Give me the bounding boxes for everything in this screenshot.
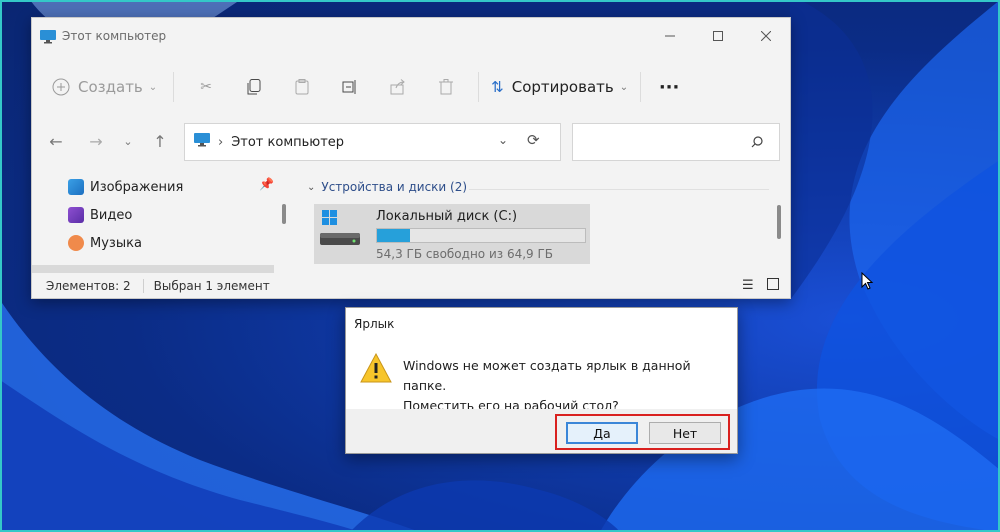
arrow-up-icon: ↑ [153,131,167,151]
drive-free-space: 54,3 ГБ свободно из 64,9 ГБ [376,247,554,261]
drive-name: Локальный диск (C:) [376,209,518,224]
plus-circle-icon [52,78,70,96]
sort-arrows-icon: ⇅ [491,78,504,96]
more-icon: ··· [658,76,680,98]
create-button[interactable]: Создать ⌄ [52,70,157,104]
share-icon [390,79,405,95]
windows-logo-icon [322,210,338,230]
yes-button[interactable]: Да [566,422,638,444]
chevron-down-icon: ⌄ [123,134,133,148]
content-scrollbar-thumb[interactable] [777,205,781,239]
toolbar-divider [173,72,175,102]
refresh-icon[interactable]: ⟳ [527,131,540,149]
warning-icon [360,352,392,387]
status-divider [142,278,144,293]
nav-item-music[interactable]: Музыка [68,231,142,255]
up-button[interactable]: ↑ [146,121,174,161]
group-header-label: Устройства и диски (2) [321,180,468,194]
mouse-cursor-icon [861,272,874,290]
recent-button[interactable]: ⌄ [114,121,142,161]
details-view-icon[interactable]: ☰ [742,278,754,293]
search-input[interactable] [572,123,780,161]
sort-button[interactable]: ⇅ Сортировать ⌄ [491,70,628,104]
file-explorer-window: Этот компьютер Создать ⌄ ✂ ⇅ Сортировать… [31,17,791,299]
delete-button[interactable] [422,70,470,104]
drive-usage-bar [376,228,586,243]
computer-icon [194,133,210,151]
nav-item-label: Изображения [90,179,184,195]
pin-icon: 📌 [259,177,274,191]
chevron-down-icon: ⌄ [148,81,158,93]
cut-button[interactable]: ✂ [182,70,230,104]
drive-item-c[interactable]: Локальный диск (C:) 54,3 ГБ свободно из … [314,204,590,264]
sort-label: Сортировать [511,78,614,96]
toolbar-divider [478,72,480,102]
copy-button[interactable] [230,70,278,104]
maximize-button[interactable] [694,18,742,54]
nav-item-label: Музыка [90,235,142,251]
cut-icon: ✂ [200,79,213,95]
minimize-button[interactable] [646,18,694,54]
nav-item-pictures[interactable]: Изображения [68,175,183,199]
drive-usage-fill [377,229,411,242]
toolbar-divider [640,72,642,102]
rename-button[interactable] [326,70,374,104]
delete-icon [439,79,454,95]
shortcut-dialog: Ярлык Windows не может создать ярлык в д… [345,307,738,454]
dialog-title: Ярлык [354,317,395,331]
status-bar: Элементов: 2 Выбран 1 элемент ☰ [32,273,790,298]
window-title: Этот компьютер [62,29,167,43]
address-dropdown-icon[interactable]: ⌄ [498,133,508,147]
drive-icon [320,231,360,251]
address-bar[interactable]: › Этот компьютер ⌄ ⟳ [184,123,561,161]
item-count: Элементов: 2 [46,278,131,293]
group-header[interactable]: ⌄ Устройства и диски (2) [307,180,467,194]
nav-item-label: Видео [90,207,133,223]
breadcrumb: Этот компьютер [231,134,345,150]
selection-status: Выбран 1 элемент [153,278,270,293]
more-button[interactable]: ··· [649,70,689,104]
group-divider [469,189,769,190]
dialog-footer: Да Нет [346,409,737,453]
command-bar: Создать ⌄ ✂ ⇅ Сортировать ⌄ ··· [32,65,790,109]
nav-item-video[interactable]: Видео [68,203,132,227]
video-icon [68,207,84,223]
no-button[interactable]: Нет [649,422,721,444]
pictures-icon [68,179,84,195]
close-button[interactable] [742,18,790,54]
address-row: ← → ⌄ ↑ › Этот компьютер ⌄ ⟳ [32,121,790,161]
copy-icon [247,79,261,95]
nav-item-selected[interactable] [32,265,274,273]
paste-button[interactable] [278,70,326,104]
tiles-view-icon[interactable] [767,278,779,293]
dialog-message-line1: Windows не может создать ярлык в данной … [403,358,691,393]
back-button[interactable]: ← [42,121,70,161]
title-bar: Этот компьютер [32,18,790,54]
content-pane: ⌄ Устройства и диски (2) Локальный диск … [297,173,790,273]
maximize-icon [713,31,723,41]
computer-icon [40,29,56,44]
arrow-left-icon: ← [49,131,63,151]
nav-scrollbar-thumb[interactable] [282,204,286,224]
breadcrumb-chevron-icon: › [218,134,224,150]
navigation-pane: Изображения Видео Музыка 📌 [32,173,274,273]
dialog-message: Windows не может создать ярлык в данной … [403,356,737,416]
chevron-down-icon: ⌄ [307,181,316,193]
forward-button[interactable]: → [82,121,110,161]
rename-icon [342,80,356,94]
close-icon [761,31,771,41]
chevron-down-icon: ⌄ [619,81,629,93]
paste-icon [295,79,309,95]
music-icon [68,235,84,251]
minimize-icon [665,35,675,37]
search-icon [751,136,763,148]
arrow-right-icon: → [89,131,103,151]
create-label: Создать [78,78,143,96]
share-button[interactable] [374,70,422,104]
